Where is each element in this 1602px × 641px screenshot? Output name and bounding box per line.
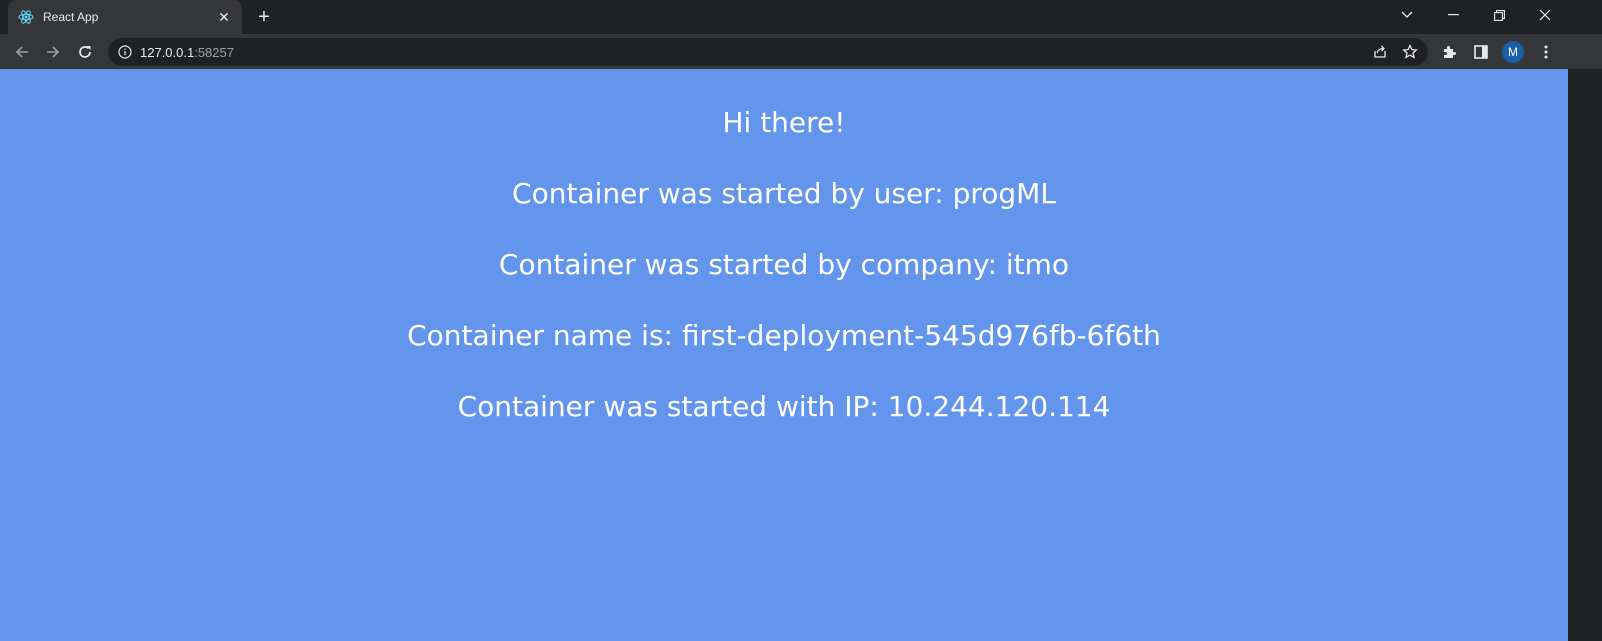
profile-avatar[interactable]: M (1502, 41, 1524, 63)
url-port: :58257 (194, 44, 234, 60)
close-icon (1539, 9, 1551, 21)
browser-toolbar: 127.0.0.1:58257 M (0, 34, 1602, 69)
react-logo-icon (18, 9, 34, 25)
tab-close-icon[interactable]: ✕ (216, 9, 232, 25)
kebab-menu-icon (1544, 45, 1548, 59)
ip-text: Container was started with IP: 10.244.12… (457, 390, 1111, 423)
side-panel-icon (1474, 45, 1488, 59)
chevron-down-icon (1401, 11, 1413, 18)
extensions-button[interactable] (1436, 38, 1464, 66)
greeting-text: Hi there! (722, 106, 846, 139)
new-tab-button[interactable]: + (254, 7, 274, 27)
side-panel-button[interactable] (1467, 38, 1495, 66)
window-edge (1568, 69, 1602, 641)
arrow-left-icon (15, 46, 28, 58)
page-viewport: Hi there! Container was started by user:… (0, 69, 1568, 641)
forward-button[interactable] (39, 38, 67, 66)
reload-icon (79, 46, 91, 58)
reload-button[interactable] (71, 38, 99, 66)
restore-button[interactable] (1476, 0, 1522, 30)
tab-title: React App (43, 10, 99, 24)
share-button[interactable] (1366, 38, 1394, 66)
restore-icon (1493, 9, 1505, 21)
minimize-icon (1447, 14, 1459, 16)
tab-search-button[interactable] (1384, 0, 1430, 30)
puzzle-icon (1444, 46, 1456, 58)
bookmark-button[interactable] (1396, 38, 1424, 66)
company-text: Container was started by company: itmo (498, 248, 1070, 281)
address-bar[interactable]: 127.0.0.1:58257 (108, 38, 1428, 66)
browser-tab[interactable]: React App ✕ (8, 0, 242, 34)
url-host: 127.0.0.1 (140, 44, 195, 60)
url-text: 127.0.0.1:58257 (140, 45, 234, 60)
minimize-button[interactable] (1430, 0, 1476, 30)
close-window-button[interactable] (1522, 0, 1568, 30)
share-icon (1374, 45, 1386, 58)
container-name-text: Container name is: first-deployment-545d… (407, 319, 1161, 352)
tab-strip: React App ✕ + (0, 0, 1602, 34)
back-button[interactable] (8, 38, 36, 66)
arrow-right-icon (47, 46, 60, 58)
star-icon (1402, 44, 1418, 59)
user-text: Container was started by user: progML (512, 177, 1056, 210)
info-icon[interactable] (118, 45, 132, 59)
menu-button[interactable] (1532, 38, 1560, 66)
page-content: Hi there! Container was started by user:… (0, 69, 1568, 427)
